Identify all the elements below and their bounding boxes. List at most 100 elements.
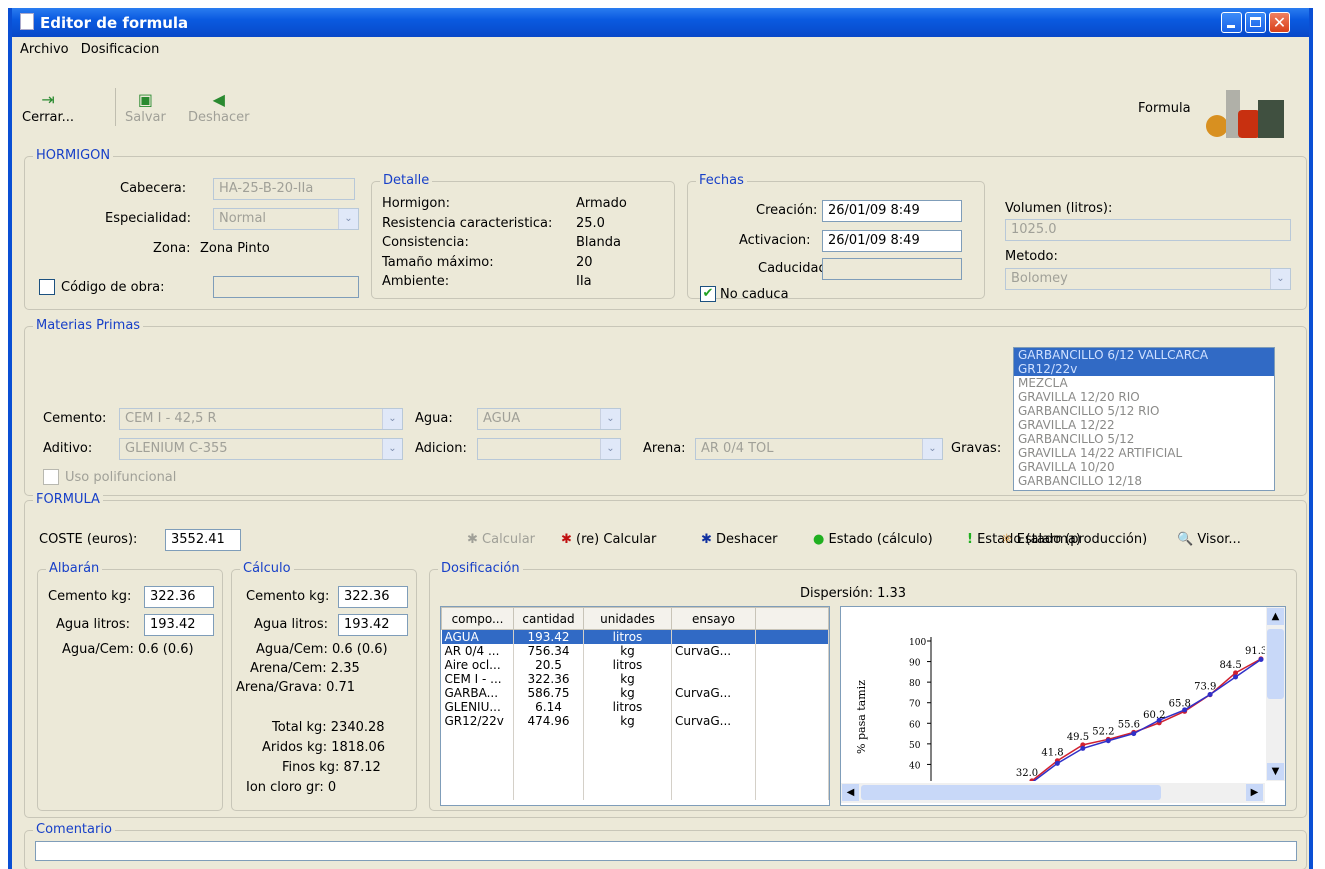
coste-field[interactable]: 3552.41 [165,529,241,551]
cabecera-label: Cabecera: [120,181,187,196]
gravas-listbox[interactable]: GARBANCILLO 6/12 VALLCARCA GR12/22v MEZC… [1013,347,1275,491]
list-item[interactable]: MEZCLA [1014,376,1274,390]
activacion-field[interactable]: 26/01/09 8:49 [822,230,962,252]
table-row[interactable]: GR12/22v 474.96 kg CurvaG... [441,714,829,728]
runner-icon: ✱ [467,532,478,547]
table-cell: GR12/22v [441,714,514,728]
scroll-right-icon[interactable]: ▶ [1246,784,1263,801]
y-tick-label: 90 [909,659,921,669]
close-button[interactable]: ⇥ Cerrar... [22,90,74,125]
magnifier-icon: 🔍 [1177,532,1194,547]
list-item[interactable]: GARBANCILLO 5/12 [1014,432,1274,446]
table-row[interactable]: CEM I - ... 322.36 kg [441,672,829,686]
volumen-field[interactable]: 1025.0 [1005,219,1291,241]
dosificacion-section: Dosificación Dispersión: 1.33 compo... c… [429,561,1297,811]
list-item[interactable]: GRAVILLA 12/20 RIO [1014,390,1274,404]
horizontal-scrollbar[interactable]: ◀ ▶ [841,783,1265,803]
deshacer-button[interactable]: ✱ Deshacer [701,532,778,547]
no-caduca-checkbox[interactable]: ✔ [700,286,716,302]
list-item[interactable]: GRAVILLA 14/22 ARTIFICIAL [1014,446,1274,460]
scroll-thumb[interactable] [861,785,1161,800]
table-cell: kg [583,714,672,728]
table-cell: kg [583,672,672,686]
list-item[interactable]: GRAVILLA 10/20 [1014,460,1274,474]
table-cell: kg [583,686,672,700]
list-item[interactable]: GARBANCILLO 5/12 RIO [1014,404,1274,418]
table-cell: 756.34 [513,644,584,658]
scroll-up-icon[interactable]: ▲ [1267,608,1284,625]
column-header[interactable]: ensayo [671,607,756,630]
scroll-thumb[interactable] [1267,629,1284,699]
column-header[interactable]: cantidad [513,607,584,630]
aditivo-label: Aditivo: [43,441,93,456]
gravas-label: Gravas: [951,441,1002,456]
y-tick-label: 70 [909,700,921,710]
codigo-label: Código de obra: [61,280,165,295]
volumen-label: Volumen (litros): [1005,201,1113,216]
comentario-field[interactable] [35,841,1297,861]
visor-button[interactable]: 🔍 Visor... [1177,532,1241,547]
codigo-field[interactable] [213,276,359,298]
hormigon-legend: HORMIGON [33,148,114,163]
table-row[interactable]: GARBA... 586.75 kg CurvaG... [441,686,829,700]
dosificacion-table[interactable]: compo... cantidad unidades ensayo AGUA 19… [440,606,830,806]
data-point [1207,691,1213,697]
undo-button[interactable]: ◀ Deshacer [188,90,249,125]
save-icon: ▣ [137,90,153,109]
toolbar: ⇥ Cerrar... ▣ Salvar ◀ Deshacer Formula [12,68,1309,148]
calculo-agua-field[interactable]: 193.42 [338,614,408,636]
table-row[interactable]: AR 0/4 ... 756.34 kg CurvaG... [441,644,829,658]
scroll-left-icon[interactable]: ◀ [842,784,859,801]
calculo-cemento-field[interactable]: 322.36 [338,586,408,608]
table-cell: litros [583,658,672,672]
adicion-select[interactable]: ⌄ [477,438,621,460]
list-item[interactable]: GRAVILLA 12/22 [1014,418,1274,432]
curve-chart: 100 90 80 70 60 50 40% pasa tamiz 32.0 41.8 49.5 5… [840,606,1286,806]
detalle-row: Resistencia caracteristica: 25.0 [382,215,605,231]
calcular-button[interactable]: ✱ Calcular [467,532,535,547]
data-label: 84.5 [1220,660,1242,671]
list-item[interactable]: GARBANCILLO 6/12 VALLCARCA [1014,348,1274,362]
cabecera-field[interactable]: HA-25-B-20-IIa [213,178,355,200]
scroll-down-icon[interactable]: ▼ [1267,763,1284,780]
especialidad-select[interactable]: Normal ⌄ [213,208,359,230]
minimize-button[interactable] [1221,12,1242,33]
column-header[interactable]: compo... [441,607,514,630]
zona-label: Zona: [153,241,191,256]
codigo-checkbox[interactable] [39,279,55,295]
table-row[interactable]: GLENIU... 6.14 litros [441,700,829,714]
maximize-button[interactable] [1245,12,1266,33]
y-axis-label: % pasa tamiz [855,680,868,754]
exclamation-icon: ! [967,532,973,547]
comentario-section: Comentario [24,822,1307,869]
creacion-field[interactable]: 26/01/09 8:49 [822,200,962,222]
albaran-cemento-field[interactable]: 322.36 [144,586,214,608]
list-item[interactable]: GR12/22v [1014,362,1274,376]
caducidad-field[interactable] [822,258,962,280]
window-title: Editor de formula [40,14,189,32]
cemento-select[interactable]: CEM I - 42,5 R ⌄ [119,408,403,430]
table-row[interactable]: AGUA 193.42 litros [441,629,829,644]
arena-select[interactable]: AR 0/4 TOL ⌄ [695,438,943,460]
green-circle-icon: ● [813,532,825,547]
albaran-agua-field[interactable]: 193.42 [144,614,214,636]
table-cell: litros [583,629,672,644]
uso-checkbox[interactable] [43,469,59,485]
menu-dosificacion[interactable]: Dosificacion [81,42,160,57]
empty-row [441,782,829,800]
detalle-row: Ambiente: IIa [382,274,592,289]
agua-select[interactable]: AGUA ⌄ [477,408,621,430]
recalcular-button[interactable]: ✱ (re) Calcular [561,532,656,547]
save-button[interactable]: ▣ Salvar [125,90,166,125]
column-header[interactable]: unidades [583,607,672,630]
table-cell: CurvaG... [671,686,756,700]
table-cell: 6.14 [513,700,584,714]
close-window-button[interactable]: ✕ [1269,12,1290,33]
table-row[interactable]: Aire ocl... 20.5 litros [441,658,829,672]
vertical-scrollbar[interactable]: ▲ ▼ [1266,607,1285,781]
aditivo-select[interactable]: GLENIUM C-355 ⌄ [119,438,403,460]
list-item[interactable]: GARBANCILLO 12/18 [1014,474,1274,488]
metodo-select[interactable]: Bolomey ⌄ [1005,268,1291,290]
formula-label: Formula [1138,101,1191,116]
menu-archivo[interactable]: Archivo [20,42,69,57]
